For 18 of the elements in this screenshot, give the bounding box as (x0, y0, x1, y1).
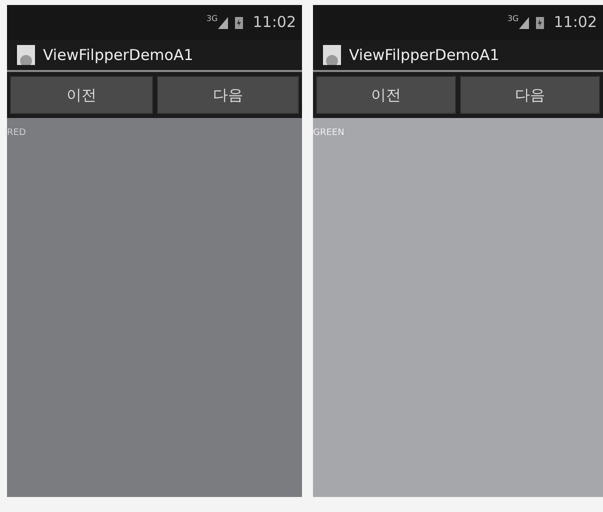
app-icon (17, 45, 35, 65)
app-title: ViewFilpperDemoA1 (43, 44, 194, 66)
nav-button[interactable]: 다음 (460, 76, 600, 114)
nav-button[interactable]: 다음 (156, 76, 299, 114)
nav-button[interactable]: 이전 (316, 76, 456, 114)
network-type: 3G (206, 13, 218, 25)
signal-icon (518, 16, 529, 28)
nav-button[interactable]: 이전 (10, 76, 152, 114)
page-label: GREEN (313, 128, 344, 138)
battery-icon (234, 16, 243, 29)
signal-icon (218, 16, 228, 28)
clock-time: 11:02 (252, 12, 296, 34)
app-title: ViewFilpperDemoA1 (349, 44, 500, 66)
page-label: RED (7, 128, 26, 138)
network-type: 3G (507, 13, 519, 25)
app-icon (323, 45, 341, 65)
clock-time: 11:02 (554, 12, 597, 34)
battery-icon (536, 16, 544, 29)
